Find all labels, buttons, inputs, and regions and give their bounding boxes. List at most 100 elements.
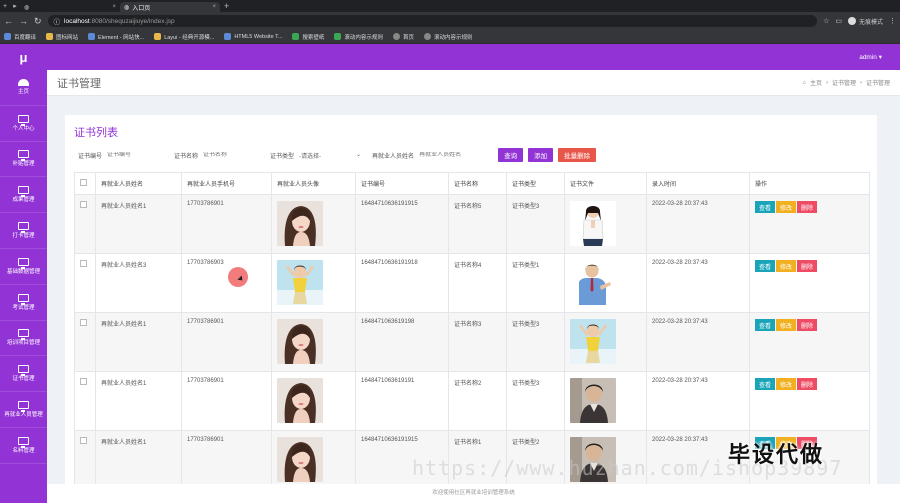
card-title: 证书列表 bbox=[74, 127, 118, 139]
sidebar-item-basedata[interactable]: 基础数据管理 bbox=[0, 249, 47, 285]
browser-more-icon[interactable]: ⋮ bbox=[889, 17, 896, 25]
batch-delete-button[interactable]: 批量删除 bbox=[558, 148, 597, 162]
row-checkbox[interactable] bbox=[80, 378, 87, 385]
browser-tab-active[interactable]: ◍ 入口页 × bbox=[120, 2, 220, 12]
row-checkbox[interactable] bbox=[80, 437, 87, 444]
actions-cell: 查看 修改 删除 bbox=[749, 371, 870, 431]
close-icon[interactable]: × bbox=[112, 4, 116, 10]
incognito-badge[interactable]: 无痕模式 bbox=[847, 17, 883, 26]
watermark-text: 毕设代做 bbox=[728, 442, 825, 467]
cert-name-input[interactable] bbox=[203, 152, 260, 158]
cert-file-image[interactable] bbox=[570, 319, 641, 364]
actions-cell: 查看 修改 删除 bbox=[749, 194, 870, 254]
bookmark-icon bbox=[46, 33, 54, 40]
edit-button[interactable]: 修改 bbox=[776, 378, 797, 390]
sidebar-item-materials[interactable]: 名料管理 bbox=[0, 428, 47, 464]
back-arrow-icon[interactable]: ← bbox=[4, 16, 13, 26]
delete-button[interactable]: 删除 bbox=[797, 378, 818, 390]
sidebar-item-attendance[interactable]: 打卡管理 bbox=[0, 213, 47, 249]
bookmark-item[interactable]: 滚动内容示规则 bbox=[334, 33, 383, 41]
bookmark-item[interactable]: 百度翻译 bbox=[4, 33, 36, 41]
reload-icon[interactable]: ↻ bbox=[34, 16, 42, 27]
new-tab-button[interactable]: + bbox=[224, 1, 229, 11]
edit-button[interactable]: 修改 bbox=[776, 201, 797, 213]
delete-button[interactable]: 删除 bbox=[797, 260, 818, 272]
row-select-cell bbox=[74, 194, 96, 254]
avatar-image[interactable] bbox=[277, 319, 350, 364]
bookmark-item[interactable]: 首页 bbox=[392, 33, 414, 41]
view-button[interactable]: 查看 bbox=[755, 260, 776, 272]
browser-back-small-icon[interactable]: ▸ bbox=[10, 2, 20, 10]
table-row: 再就业人员姓名3 17703786903 16484710636191918 证书名称… bbox=[74, 253, 870, 313]
avatar-image[interactable] bbox=[277, 378, 350, 423]
browser-tab-inactive[interactable]: ◍ × bbox=[20, 2, 120, 12]
cert-file-image[interactable] bbox=[570, 378, 641, 423]
monitor-icon bbox=[18, 293, 29, 305]
view-button[interactable]: 查看 bbox=[755, 201, 776, 213]
cert-file-image[interactable] bbox=[570, 260, 641, 305]
delete-button[interactable]: 删除 bbox=[797, 201, 818, 213]
sidebar-item-training[interactable]: 培训项目管理 bbox=[0, 321, 47, 357]
entry-time-cell: 2022-03-28 20:37:43 bbox=[646, 371, 750, 431]
delete-button[interactable]: 删除 bbox=[797, 319, 818, 331]
sidebar-item-label: 个人中心 bbox=[12, 125, 35, 132]
add-button[interactable]: 添加 bbox=[528, 148, 554, 162]
forward-arrow-icon[interactable]: → bbox=[19, 16, 28, 26]
person-phone-cell: 17703786903 bbox=[181, 253, 272, 313]
cert-no-input[interactable] bbox=[107, 152, 164, 158]
sidebar-item-reemployed[interactable]: 再就业人员管理 bbox=[0, 392, 47, 428]
edit-button[interactable]: 修改 bbox=[776, 319, 797, 331]
user-menu[interactable]: admin ▾ bbox=[859, 53, 882, 61]
avatar-image[interactable] bbox=[277, 260, 350, 305]
row-checkbox[interactable] bbox=[80, 260, 87, 267]
sidebar-item-label: 成果管理 bbox=[12, 197, 35, 204]
tab-search-icon[interactable]: ▭ bbox=[835, 17, 842, 25]
avatar-image[interactable] bbox=[277, 437, 350, 482]
bookmark-item[interactable]: Element - 网站快... bbox=[88, 33, 144, 41]
avatar-cell bbox=[271, 371, 356, 431]
page-header: 证书管理 ⌂ 主页 › 证书管理 › 证书管理 bbox=[47, 70, 900, 96]
bookmark-item[interactable]: 图标网站 bbox=[46, 33, 78, 41]
avatar-cell bbox=[271, 430, 356, 490]
bookmark-item[interactable]: Layui - 经典开源模... bbox=[154, 33, 214, 41]
view-button[interactable]: 查看 bbox=[755, 378, 776, 390]
row-checkbox[interactable] bbox=[80, 319, 87, 326]
sidebar-item-certificate[interactable]: 证书管理 bbox=[0, 356, 47, 393]
bookmark-label: 滚动内容示规则 bbox=[433, 34, 473, 41]
browser-menu-icon[interactable]: + bbox=[0, 3, 10, 10]
view-button[interactable]: 查看 bbox=[755, 319, 776, 331]
monitor-icon bbox=[18, 329, 29, 341]
star-icon[interactable]: ☆ bbox=[823, 17, 829, 25]
breadcrumb-section[interactable]: 证书管理 bbox=[832, 78, 856, 87]
cert-type-select[interactable]: -请选择- ⌄ bbox=[299, 151, 361, 160]
cert-file-cell bbox=[564, 371, 647, 431]
row-checkbox[interactable] bbox=[80, 201, 87, 208]
bookmark-item[interactable]: 滚动内容示规则 bbox=[423, 33, 473, 41]
bookmarks-bar: 百度翻译 图标网站 Element - 网站快... Layui - 经典开源模… bbox=[0, 30, 900, 44]
edit-button[interactable]: 修改 bbox=[776, 260, 797, 272]
close-icon[interactable]: × bbox=[212, 4, 216, 10]
table-row: 再就业人员姓名1 17703786901 16484710636191915 证书名称… bbox=[74, 194, 870, 254]
page-title: 证书管理 bbox=[57, 77, 101, 90]
person-name-cell: 再就业人员姓名1 bbox=[95, 312, 182, 372]
bookmark-item[interactable]: HTML5 Website T... bbox=[224, 33, 282, 40]
search-button[interactable]: 查询 bbox=[498, 148, 524, 162]
breadcrumb-home[interactable]: 主页 bbox=[810, 78, 822, 87]
bookmark-label: Layui - 经典开源模... bbox=[164, 34, 215, 41]
sidebar-item-label: 打卡管理 bbox=[12, 233, 35, 240]
sidebar-item-exam[interactable]: 考试管理 bbox=[0, 285, 47, 321]
sidebar-item-home[interactable]: 主页 bbox=[0, 70, 47, 106]
entry-time-cell: 2022-03-28 20:37:43 bbox=[646, 253, 750, 313]
monitor-icon bbox=[18, 436, 29, 448]
cert-file-image[interactable] bbox=[570, 201, 641, 246]
url-input[interactable]: ⓘ localhost:8080/shequzaijiuye/index.jsp bbox=[47, 15, 818, 27]
bookmark-item[interactable]: 搜索壁纸 bbox=[292, 33, 324, 41]
sidebar-item-subsidy[interactable]: 补贴管理 bbox=[0, 142, 47, 178]
person-input[interactable] bbox=[419, 152, 490, 158]
select-all-checkbox[interactable] bbox=[80, 179, 87, 186]
monitor-icon bbox=[18, 222, 29, 234]
avatar-image[interactable] bbox=[277, 201, 350, 246]
sidebar-item-results[interactable]: 成果管理 bbox=[0, 177, 47, 214]
sidebar-item-profile[interactable]: 个人中心 bbox=[0, 106, 47, 142]
bookmark-label: 百度翻译 bbox=[14, 34, 37, 41]
